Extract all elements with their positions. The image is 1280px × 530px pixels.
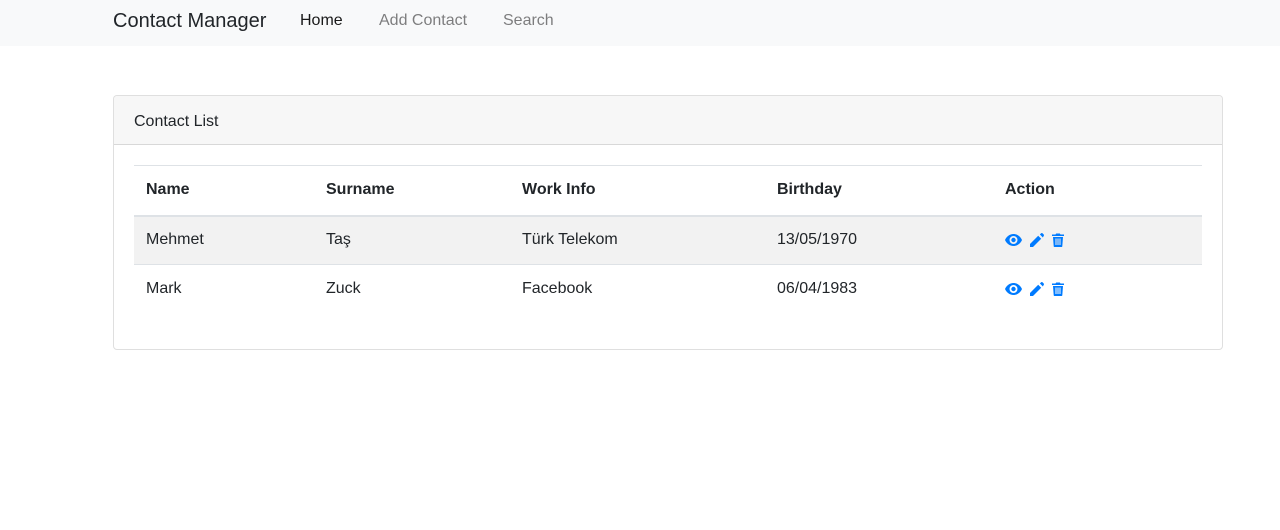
table-row: Mehmet Taş Türk Telekom 13/05/1970: [134, 215, 1202, 265]
brand-link[interactable]: Contact Manager: [113, 9, 266, 33]
cell-work-info: Facebook: [522, 280, 593, 298]
contact-list-card: Contact List Name Surname Work Info Birt…: [113, 95, 1223, 350]
cell-actions: [993, 265, 1202, 314]
cell-birthday: 13/05/1970: [777, 231, 858, 249]
trash-icon[interactable]: [1052, 282, 1064, 297]
nav-link-home[interactable]: Home: [300, 11, 343, 31]
trash-icon[interactable]: [1052, 233, 1064, 248]
header-surname: Surname: [326, 181, 395, 199]
cell-surname: Zuck: [326, 280, 361, 298]
header-work-info: Work Info: [522, 181, 596, 199]
nav-link-search[interactable]: Search: [503, 11, 554, 31]
cell-name: Mark: [146, 280, 182, 298]
header-birthday: Birthday: [777, 181, 842, 199]
pencil-icon[interactable]: [1030, 282, 1044, 297]
header-name: Name: [146, 181, 190, 199]
cell-surname: Taş: [326, 231, 351, 249]
table-row: Mark Zuck Facebook 06/04/1983: [134, 265, 1202, 314]
nav-link-add-contact[interactable]: Add Contact: [379, 11, 467, 31]
eye-icon[interactable]: [1005, 234, 1022, 247]
card-title: Contact List: [134, 113, 219, 130]
eye-icon[interactable]: [1005, 283, 1022, 296]
header-action: Action: [1005, 181, 1055, 199]
navbar: Contact Manager Home Add Contact Search: [0, 0, 1280, 46]
cell-name: Mehmet: [146, 231, 204, 249]
cell-birthday: 06/04/1983: [777, 280, 858, 298]
pencil-icon[interactable]: [1030, 233, 1044, 248]
contacts-table: Name Surname Work Info Birthday Action M…: [134, 165, 1202, 314]
cell-work-info: Türk Telekom: [522, 231, 618, 249]
card-header: Contact List: [114, 96, 1222, 145]
table-header-row: Name Surname Work Info Birthday Action: [134, 165, 1202, 216]
cell-actions: [993, 216, 1202, 265]
